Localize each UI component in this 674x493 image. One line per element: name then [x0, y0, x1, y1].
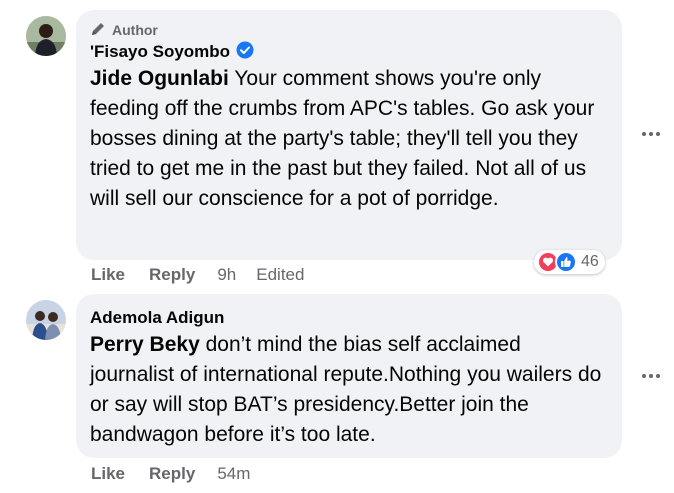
comment-timestamp[interactable]: 9h — [217, 265, 236, 285]
comment-actions: Like Reply 54m — [91, 462, 250, 486]
reaction-count: 46 — [581, 253, 599, 270]
comment-actions: Like Reply 9h Edited — [91, 263, 304, 287]
commenter-name-row: 'Fisayo Soyombo — [90, 40, 608, 64]
reply-button[interactable]: Reply — [149, 265, 195, 285]
avatar[interactable] — [26, 16, 66, 56]
more-options-icon[interactable] — [639, 122, 663, 146]
reply-button[interactable]: Reply — [149, 464, 195, 484]
author-badge: Author — [90, 20, 608, 40]
comment-text: Perry Beky don’t mind the bias self accl… — [90, 330, 608, 450]
commenter-name-row: Ademola Adigun — [90, 306, 608, 330]
comment-bubble: Ademola Adigun Perry Beky don’t mind the… — [76, 294, 622, 458]
more-options-icon[interactable] — [639, 364, 663, 388]
like-button[interactable]: Like — [91, 265, 125, 285]
commenter-name[interactable]: 'Fisayo Soyombo — [90, 42, 230, 62]
author-badge-label: Author — [112, 22, 158, 38]
verified-badge-icon — [236, 41, 254, 64]
mention-link[interactable]: Jide Ogunlabi — [90, 67, 229, 90]
avatar[interactable] — [26, 300, 66, 340]
reactions-summary[interactable]: 46 — [534, 250, 605, 274]
pencil-icon — [90, 21, 106, 40]
comment-text: Jide Ogunlabi Your comment shows you're … — [90, 64, 608, 214]
like-button[interactable]: Like — [91, 464, 125, 484]
edited-label[interactable]: Edited — [256, 265, 304, 285]
comment-bubble: Author 'Fisayo Soyombo Jide Ogunlabi You… — [76, 10, 622, 260]
mention-link[interactable]: Perry Beky — [90, 333, 200, 356]
commenter-name[interactable]: Ademola Adigun — [90, 308, 224, 328]
like-icon — [555, 251, 577, 273]
comment-timestamp[interactable]: 54m — [217, 464, 250, 484]
